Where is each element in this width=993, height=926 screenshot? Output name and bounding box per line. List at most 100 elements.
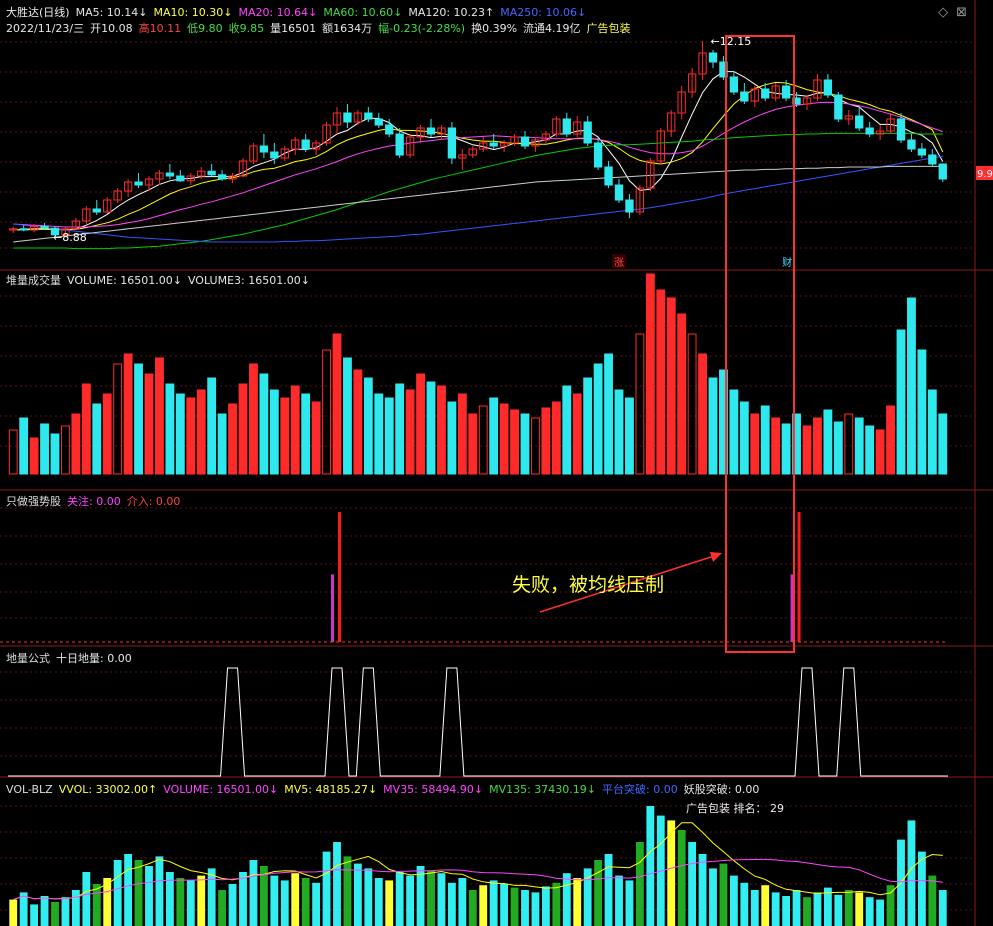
info-item-8: 换0.39% (471, 22, 518, 35)
volblz-bar (635, 842, 644, 926)
volblz-bar (145, 866, 153, 926)
volume-bar (71, 413, 81, 475)
volblz-bar (677, 830, 686, 926)
info-item-5: 量16501 (270, 22, 317, 35)
volume-bar (729, 389, 739, 475)
candle-body (562, 118, 571, 135)
volblz-bar (844, 890, 853, 926)
volume-bar (854, 417, 864, 475)
volblz-bar (782, 896, 791, 926)
panel5-item-6: 妖股突破: 0.00 (683, 783, 760, 796)
volume-bar (645, 273, 655, 475)
volblz-bar (709, 868, 717, 926)
volume-bar (123, 353, 133, 475)
volblz-bar (740, 882, 749, 926)
volume-bar (938, 413, 948, 475)
volblz-bar (510, 887, 519, 926)
volume-bar (583, 377, 593, 475)
panel2-header: 堆量成交量 VOLUME: 16501.00↓ VOLUME3: 16501.00↓ (6, 272, 322, 288)
volume-bar (259, 373, 269, 475)
candle-body (708, 52, 718, 63)
panel4-title[interactable]: 地量公式 (6, 652, 50, 665)
volume-bar (363, 377, 373, 475)
volume-bar (823, 409, 833, 475)
volblz-bar (604, 854, 613, 926)
volblz-bar (385, 880, 394, 926)
volblz-bar (9, 899, 18, 926)
volume-bar (468, 413, 478, 475)
info-item-6: 额1634万 (322, 22, 373, 35)
volume-bar (896, 329, 906, 475)
panel3-header: 只做强势股 关注: 0.00 介入: 0.00 (6, 493, 192, 509)
stock-title[interactable]: 大胜达(日线) (6, 6, 70, 19)
volblz-bar (30, 904, 39, 926)
diliang-line (8, 667, 948, 777)
volblz-bar (834, 894, 843, 926)
volblz-bar (155, 856, 164, 926)
info-item-3: 低9.80 (187, 22, 223, 35)
ma-value-3: MA60: 10.60↓ (323, 6, 403, 19)
volblz-bar (406, 875, 415, 926)
volume-bar (457, 393, 467, 475)
candle-body (917, 148, 927, 156)
candle-body (301, 139, 310, 150)
volblz-bar (468, 890, 477, 926)
candle-body (270, 151, 279, 159)
volume-bar (760, 405, 770, 475)
volume-bar (186, 397, 196, 475)
info-item-2: 高10.11 (138, 22, 182, 35)
tag-cai: 财 (782, 256, 792, 269)
candle-body (207, 170, 216, 176)
candle-body (823, 79, 833, 96)
volblz-bar (291, 873, 300, 926)
panel5-item-4: MV135: 37430.19↓ (489, 783, 597, 796)
close-icon[interactable]: ⊠ (956, 5, 975, 20)
volume-bar (698, 353, 707, 475)
diamond-icon[interactable]: ◇ (938, 5, 956, 20)
volume-bar (113, 363, 123, 475)
panel3-item-0: 关注: 0.00 (67, 495, 121, 508)
volblz-bar (688, 842, 697, 926)
tag-zhang: 涨 (614, 257, 624, 269)
volume-bar (228, 403, 237, 475)
panel3-title[interactable]: 只做强势股 (6, 495, 61, 508)
candle-body (489, 142, 498, 147)
volblz-bar (447, 882, 456, 926)
volume-bar (134, 363, 143, 475)
panel5-item-5: 平台突破: 0.00 (602, 783, 678, 796)
volume-bar (739, 401, 749, 475)
volume-bar (687, 333, 697, 475)
volblz-bar (646, 806, 655, 926)
candle-body (604, 166, 613, 186)
volume-bar (8, 429, 18, 475)
panel5-title[interactable]: VOL-BLZ (6, 783, 53, 796)
volblz-bar (803, 897, 811, 926)
candle-body (19, 228, 28, 231)
window-controls[interactable]: ◇⊠ (938, 5, 975, 20)
volblz-bar (134, 860, 143, 926)
volume-bar (61, 425, 70, 475)
volblz-bar (92, 884, 101, 926)
volblz-bar (437, 873, 446, 926)
volblz-bar (71, 890, 80, 926)
volume-bar (144, 373, 154, 475)
candle-body (729, 76, 739, 93)
panel2-title[interactable]: 堆量成交量 (6, 274, 61, 287)
volblz-bar (719, 863, 728, 926)
volume-bar (395, 383, 405, 475)
panel5-item-0: VVOL: 33002.00↑ (58, 783, 158, 796)
volblz-bar (886, 885, 895, 926)
volblz-bar (907, 820, 916, 926)
volblz-bar (280, 880, 289, 926)
signal-jieru-bar-0 (338, 512, 341, 642)
volume-bar (771, 417, 781, 475)
info-item-10: 广告包装 (586, 22, 631, 35)
low-price-label: ←8.88 (53, 231, 87, 244)
volume-bar (656, 289, 666, 475)
panel2-item-1: VOLUME3: 16501.00↓ (187, 274, 310, 287)
candle-body (907, 139, 916, 150)
volume-bar (520, 413, 530, 475)
volblz-bar (343, 856, 352, 926)
volume-bar (437, 385, 446, 475)
volume-bar (614, 389, 624, 475)
